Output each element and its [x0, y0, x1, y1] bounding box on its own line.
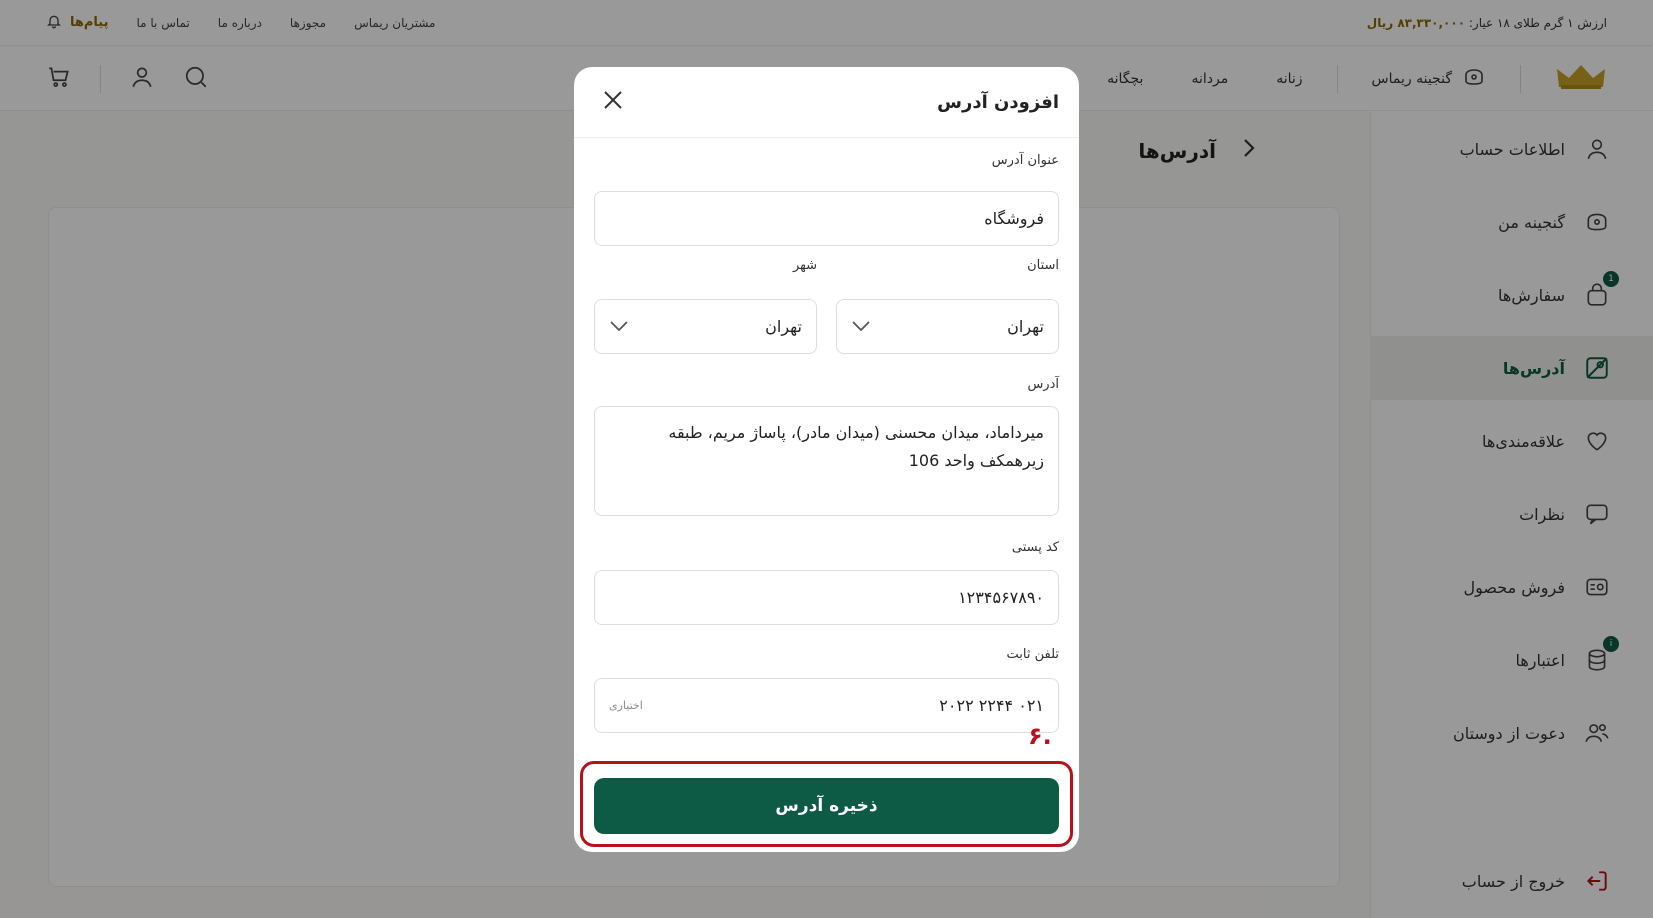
city-value: تهران	[765, 317, 802, 336]
add-address-modal: افزودن آدرس عنوان آدرس فروشگاه استان تهر…	[574, 67, 1079, 852]
close-icon	[602, 89, 624, 115]
city-select[interactable]: تهران	[594, 299, 817, 354]
close-button[interactable]	[598, 87, 628, 117]
city-label: شهر	[792, 258, 817, 273]
phone-field[interactable]: ۰۲۱ ۲۲۴۴ ۲۰۲۲ اختیاری	[594, 678, 1059, 733]
modal-title: افزودن آدرس	[937, 91, 1059, 113]
save-address-button[interactable]: ذخیره آدرس	[594, 778, 1059, 834]
address-title-label: عنوان آدرس	[991, 153, 1059, 168]
phone-label: تلفن ثابت	[1006, 647, 1060, 662]
address-title-field[interactable]: فروشگاه	[594, 191, 1059, 246]
postal-code-value: ۱۲۳۴۵۶۷۸۹۰	[958, 588, 1044, 607]
province-select[interactable]: تهران	[836, 299, 1059, 354]
address-textarea[interactable]: میرداماد، میدان محسنی (میدان مادر)، پاسا…	[594, 406, 1059, 516]
postal-code-field[interactable]: ۱۲۳۴۵۶۷۸۹۰	[594, 570, 1059, 625]
phone-optional-hint: اختیاری	[609, 699, 643, 712]
province-label: استان	[1027, 258, 1059, 273]
address-label: آدرس	[1027, 377, 1059, 392]
postal-code-label: کد پستی	[1011, 540, 1059, 555]
province-value: تهران	[1007, 317, 1044, 336]
phone-value: ۰۲۱ ۲۲۴۴ ۲۰۲۲	[939, 696, 1044, 715]
modal-header: افزودن آدرس	[574, 67, 1079, 138]
chevron-down-icon	[851, 317, 871, 336]
address-title-value: فروشگاه	[984, 209, 1044, 228]
chevron-down-icon	[609, 317, 629, 336]
step-marker: .۶	[1028, 722, 1052, 750]
